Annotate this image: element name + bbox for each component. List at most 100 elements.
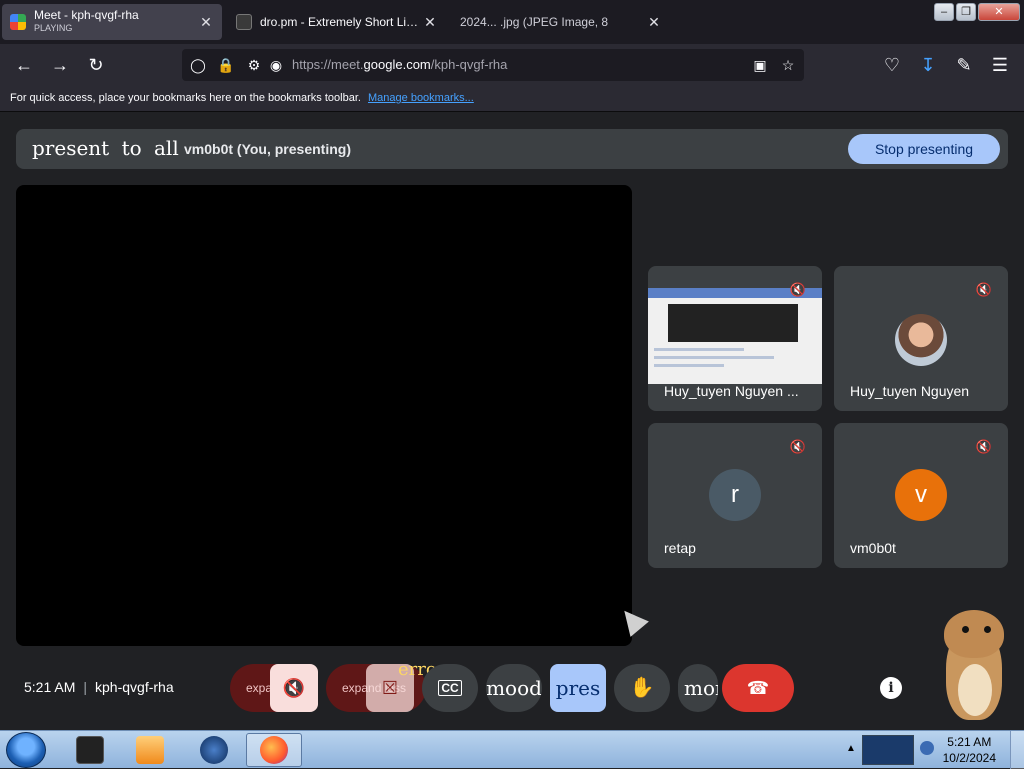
tab-title: 2024... .jpg (JPEG Image, 8 [460,15,609,29]
window-controls: ‒ ❐ ✕ [934,3,1020,21]
navigation-toolbar: ← → ↻ ◯ 🔒 ⚙ ◉ https://meet.google.com/kp… [0,44,1024,86]
tab-close-icon[interactable]: ✕ [422,14,438,31]
mic-off-icon: 🔇 [282,678,306,698]
downloads-icon[interactable]: ↧ [917,54,939,76]
tab-title: dro.pm - Extremely Short Links [260,15,422,29]
meeting-time-and-code: 5:21 AM | kph-qvgf-rha [24,679,174,695]
avatar: r [709,469,761,521]
thumbnail-text-line [654,356,774,359]
tab-jpeg-image[interactable]: 2024... .jpg (JPEG Image, 8 ✕ [452,4,670,40]
tab-meet[interactable]: Meet - kph-qvgf-rha PLAYING ✕ [2,4,222,40]
meeting-time: 5:21 AM [24,679,76,695]
more-options-button[interactable]: mor [678,664,718,712]
url-prefix: https://meet. [292,57,364,72]
tracking-protection-shield-icon[interactable]: ◯ [188,55,208,75]
lock-icon[interactable]: 🔒 [216,55,236,75]
browser-tab-strip: Meet - kph-qvgf-rha PLAYING ✕ dro.pm - E… [0,0,1024,44]
tab-title: Meet - kph-qvgf-rha [34,9,139,22]
phone-hangup-icon: ☎ [746,678,770,698]
address-bar[interactable]: ◯ 🔒 ⚙ ◉ https://meet.google.com/kph-qvgf… [182,49,804,81]
dro-pm-icon [236,14,252,30]
closed-captions-icon: CC [438,680,462,696]
tray-app-icon[interactable] [862,735,914,765]
taskbar-app-firefox[interactable] [246,733,302,767]
show-hidden-icons-icon[interactable]: ▲ [846,743,856,754]
avatar: v [895,469,947,521]
presentation-banner: present to all vm0b0t (You, presenting) … [16,129,1008,169]
url-domain: google.com [363,57,431,72]
camera-blocked-icon[interactable]: ◉ [266,55,286,75]
taskbar-app-browser[interactable] [186,733,242,767]
pocket-icon[interactable]: ♡ [881,54,903,76]
participant-tile-huy[interactable]: 🔇 Huy_tuyen Nguyen [834,266,1008,411]
participant-name: Huy_tuyen Nguyen ... [664,383,799,399]
windows-taskbar: ▲ 5:21 AM 10/2/2024 [0,730,1024,769]
globe-icon [200,736,228,764]
show-desktop-button[interactable] [1010,731,1024,769]
participant-tile-retap[interactable]: 🔇 r retap [648,423,822,568]
hamster-head [944,610,1004,658]
mic-off-icon: 🔇 [789,282,807,297]
system-tray: ▲ 5:21 AM 10/2/2024 [840,731,1024,769]
terminal-icon [76,736,104,764]
url-text[interactable]: https://meet.google.com/kph-qvgf-rha [292,57,507,72]
present-to-all-icon-label: present to all [32,136,179,160]
bookmark-star-icon[interactable]: ☆ [778,55,798,75]
network-icon[interactable] [920,741,934,755]
reload-icon[interactable]: ↻ [85,54,107,76]
participant-name: Huy_tuyen Nguyen [850,383,970,399]
permissions-icon[interactable]: ⚙ [244,55,264,75]
tab-playing-label: PLAYING [34,23,73,33]
meet-page: present to all vm0b0t (You, presenting) … [0,113,1024,730]
stop-presenting-button[interactable]: Stop presenting [848,134,1000,164]
shared-screen-thumbnail [648,288,822,384]
firefox-icon [260,736,288,764]
restore-button[interactable]: ❐ [956,3,976,21]
start-button-icon[interactable] [6,732,46,768]
hand-icon: ✋ [629,677,655,699]
thumbnail-text-line [654,348,744,351]
bookmarks-toolbar: For quick access, place your bookmarks h… [0,86,1024,112]
minimize-button[interactable]: ‒ [934,3,954,21]
meeting-info-icon[interactable]: i [880,677,902,699]
url-path: /kph-qvgf-rha [430,57,508,72]
hamster-sticker-image [938,606,1008,726]
camera-off-icon: ☒ [381,678,399,698]
participant-name: vm0b0t [850,540,896,556]
clock-date: 10/2/2024 [942,751,996,765]
presenter-label: vm0b0t (You, presenting) [184,141,351,157]
participant-tile-vm0b0t[interactable]: 🔇 v vm0b0t [834,423,1008,568]
microphone-off-button[interactable]: 🔇 [270,664,318,712]
back-arrow-icon[interactable]: ← [13,54,35,76]
reactions-button[interactable]: mood [486,664,542,712]
leave-call-button[interactable]: ☎ [722,664,794,712]
forward-arrow-icon[interactable]: → [49,54,71,76]
participant-tile-screen[interactable]: 🔇 Huy_tuyen Nguyen ... [648,266,822,411]
presentation-video[interactable] [16,185,632,646]
tab-close-icon[interactable]: ✕ [646,14,662,31]
taskbar-clock[interactable]: 5:21 AM 10/2/2024 [943,734,996,766]
hamster-eye [962,626,969,633]
taskbar-app-media-player[interactable] [122,733,178,767]
present-now-button[interactable]: pres [550,664,606,712]
tab-dro-pm[interactable]: dro.pm - Extremely Short Links ✕ [228,4,446,40]
extensions-icon[interactable]: ✎ [953,54,975,76]
participant-name: retap [664,540,696,556]
separator: | [83,679,88,695]
picture-in-picture-icon[interactable]: ▣ [750,55,770,75]
captions-button[interactable]: CC [422,664,478,712]
meeting-code: kph-qvgf-rha [95,679,174,695]
mic-off-icon: 🔇 [789,439,807,454]
mic-off-icon: 🔇 [975,282,993,297]
raise-hand-button[interactable]: ✋ [614,664,670,712]
thumbnail-text-line [654,364,724,367]
close-window-button[interactable]: ✕ [978,3,1020,21]
hamster-belly [958,664,992,716]
taskbar-app-terminal[interactable] [62,733,118,767]
clock-time: 5:21 AM [947,735,992,749]
google-meet-icon [10,14,26,30]
tab-close-icon[interactable]: ✕ [198,14,214,31]
menu-hamburger-icon[interactable]: ☰ [989,54,1011,76]
manage-bookmarks-link[interactable]: Manage bookmarks... [368,92,474,104]
thumbnail-video [668,304,798,342]
